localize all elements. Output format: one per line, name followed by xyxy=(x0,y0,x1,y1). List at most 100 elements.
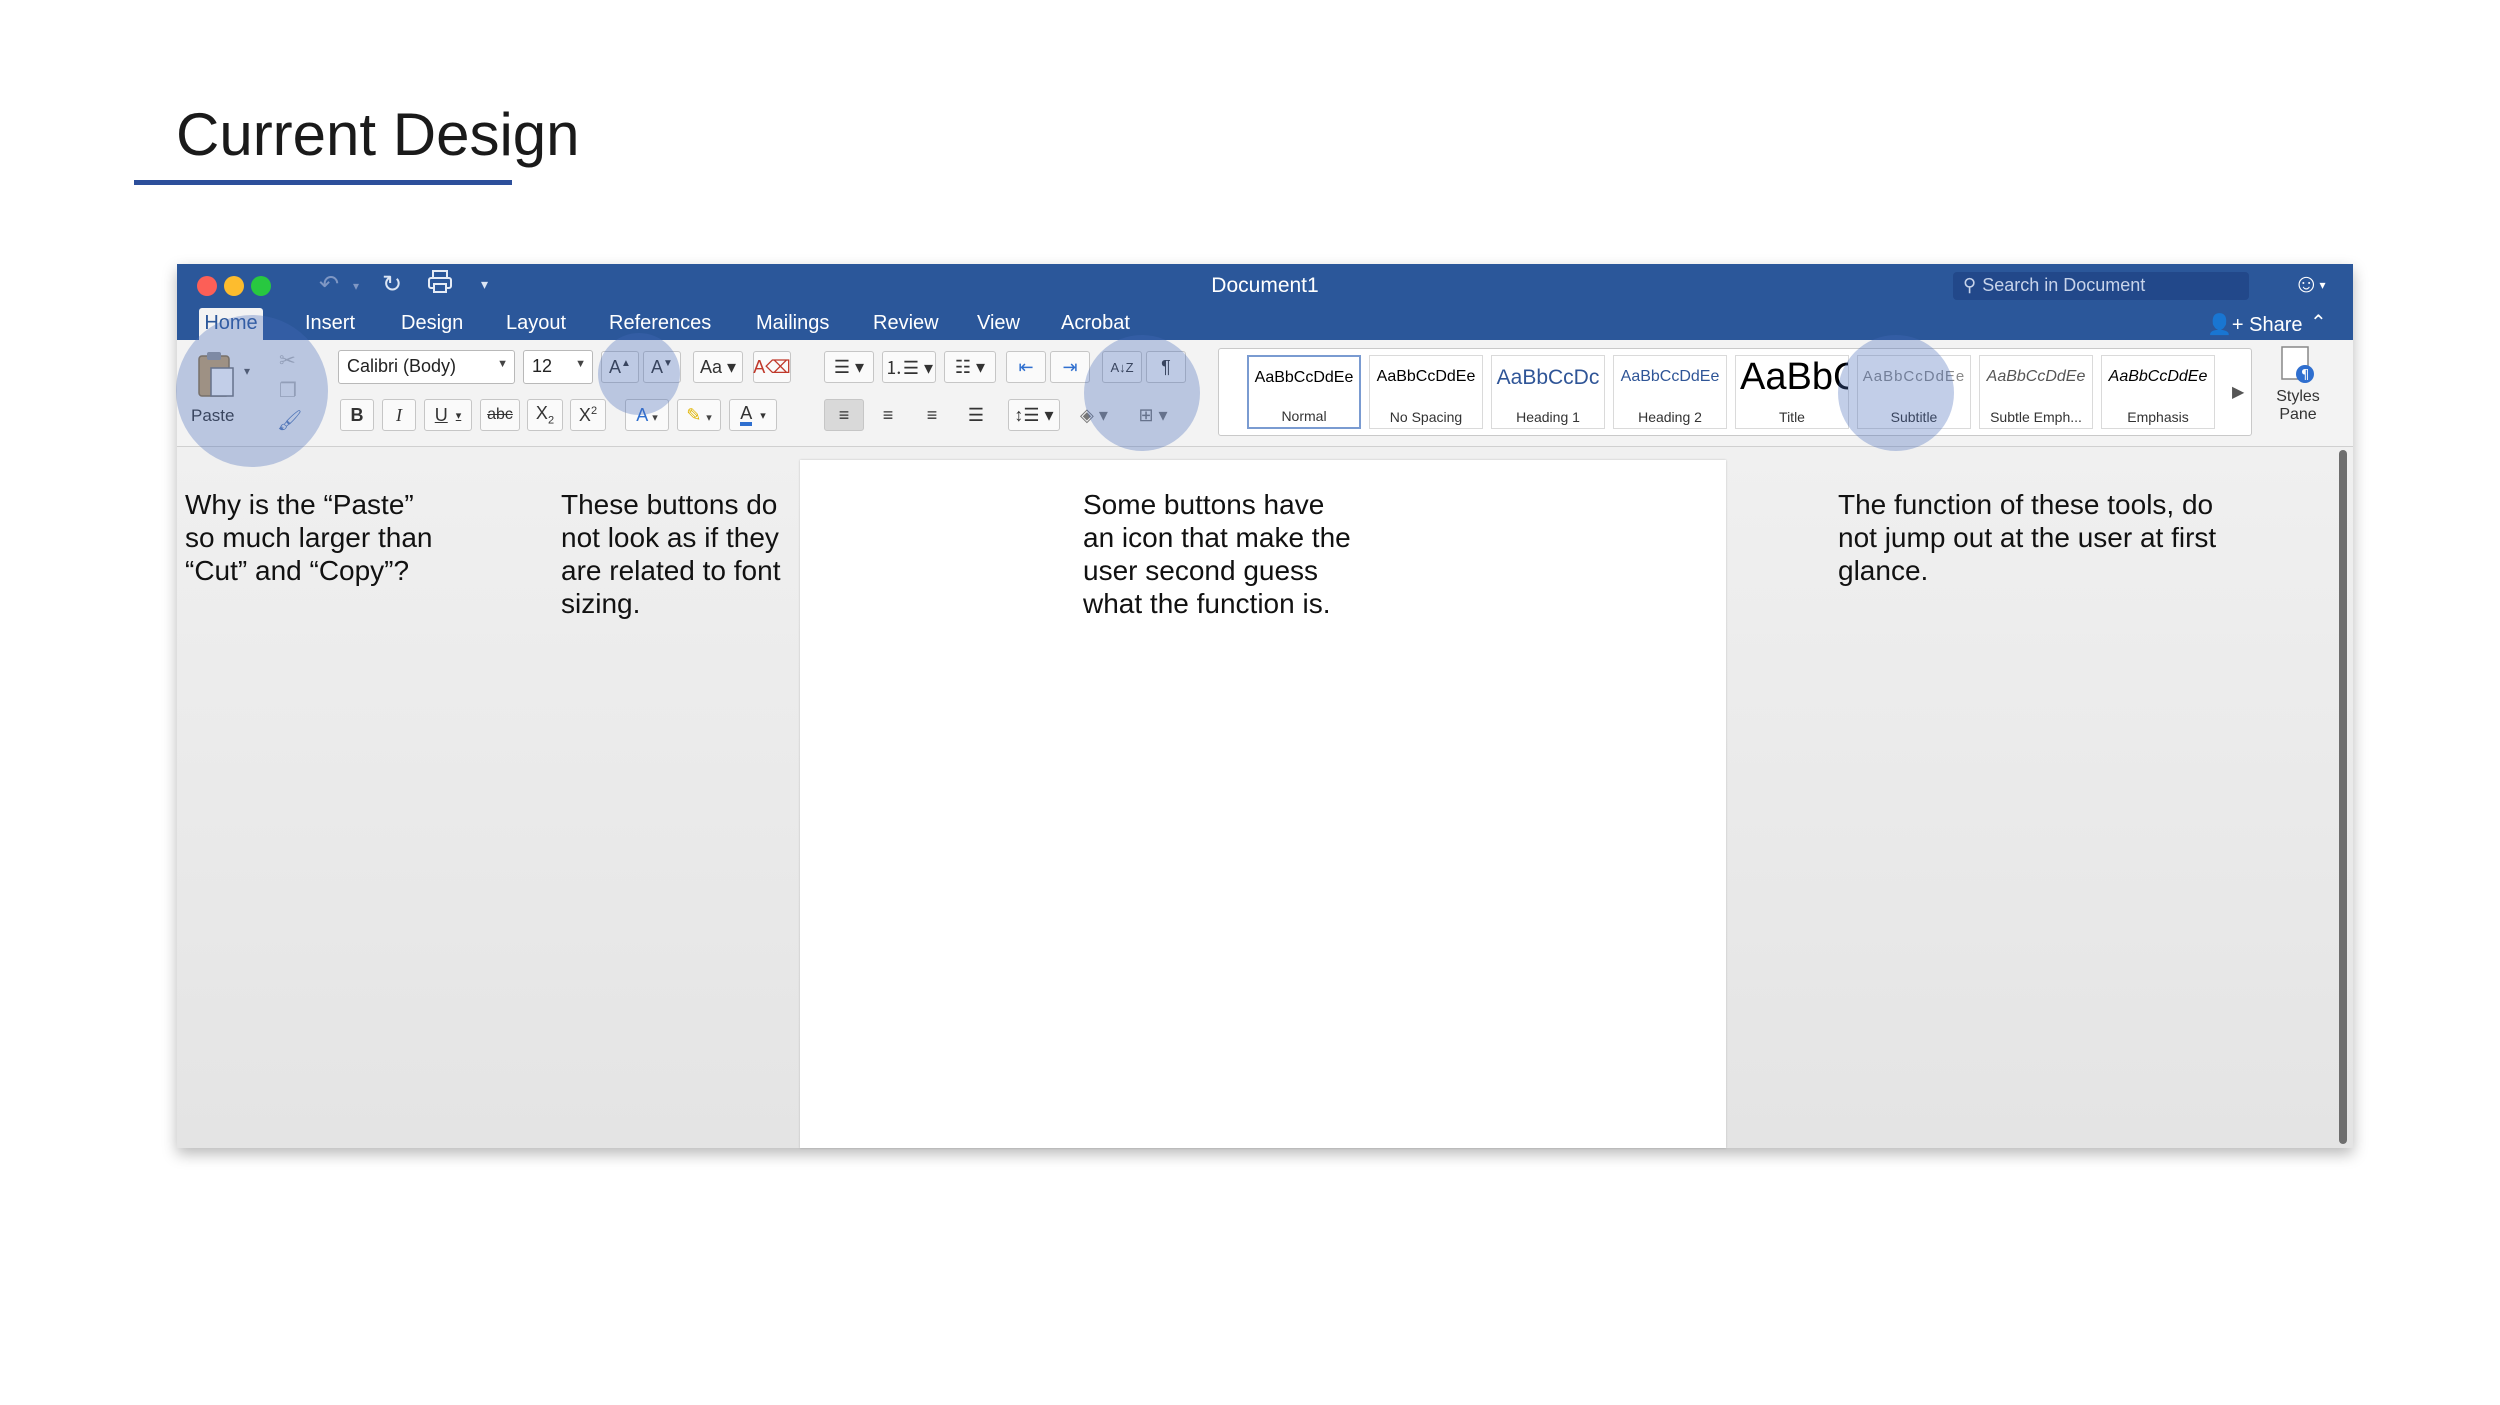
annotation-icons: Some buttons have an icon that make the … xyxy=(1083,489,1351,619)
line-spacing-icon: ↕☰ ▾ xyxy=(1014,404,1054,425)
tab-design[interactable]: Design xyxy=(401,308,463,340)
style-normal[interactable]: AaBbCcDdEe Normal xyxy=(1247,355,1361,429)
superscript-icon: X2 xyxy=(578,404,598,425)
bold-icon: B xyxy=(350,404,364,425)
style-emphasis[interactable]: AaBbCcDdEe Emphasis xyxy=(2101,355,2215,429)
share-button[interactable]: 👤+ Share xyxy=(2207,312,2303,337)
align-center-button[interactable]: ≡ xyxy=(868,399,908,431)
style-preview: AaBbCcDdEe xyxy=(1620,368,1720,385)
gallery-more-arrow-icon[interactable]: ▶ xyxy=(2232,382,2244,402)
bold-button[interactable]: B xyxy=(340,399,374,431)
clear-formatting-button[interactable]: A⌫ xyxy=(753,351,791,383)
style-preview: AaBbCcDc xyxy=(1496,366,1600,389)
italic-icon: I xyxy=(396,404,402,425)
style-name: Heading 1 xyxy=(1516,409,1580,425)
add-person-icon: 👤+ xyxy=(2207,314,2244,336)
increase-indent-button[interactable]: ⇥ xyxy=(1050,351,1090,383)
align-left-button[interactable]: ≡ xyxy=(824,399,864,431)
share-label: Share xyxy=(2249,314,2303,336)
tab-acrobat[interactable]: Acrobat xyxy=(1061,308,1130,340)
numbered-list-icon: ⒈☰ ▾ xyxy=(884,358,934,378)
search-icon: ⚲ xyxy=(1963,275,1977,295)
highlight-paragraph-icons xyxy=(1084,335,1200,451)
change-case-button[interactable]: Aa ▾ xyxy=(693,351,743,383)
style-no-spacing[interactable]: AaBbCcDdEe No Spacing xyxy=(1369,355,1483,429)
subscript-button[interactable]: X2 xyxy=(527,399,563,431)
bullets-button[interactable]: ☰ ▾ xyxy=(824,351,874,383)
ribbon-tabs: Home Insert Design Layout References Mai… xyxy=(177,308,2353,340)
ribbon-home: Paste ▾ ✂ ❐ 🖌 Calibri (Body) ▼ 12 ▼ A▲ A… xyxy=(177,340,2353,447)
align-left-icon: ≡ xyxy=(838,404,850,425)
style-preview: AaBbCcDdEe xyxy=(1254,369,1354,386)
subscript-icon: X2 xyxy=(535,403,555,427)
multilevel-list-button[interactable]: ☷ ▾ xyxy=(944,351,996,383)
style-preview: AaBbCcDdEe xyxy=(1986,368,2086,385)
eraser-icon: A⌫ xyxy=(753,356,791,377)
align-center-icon: ≡ xyxy=(882,404,894,425)
highlight-font-size-buttons xyxy=(598,333,680,415)
tab-insert[interactable]: Insert xyxy=(305,308,355,340)
chevron-down-icon: ▼ xyxy=(575,358,586,370)
tab-mailings[interactable]: Mailings xyxy=(756,308,829,340)
font-name-value: Calibri (Body) xyxy=(347,356,457,376)
highlighter-icon: ✎ ▾ xyxy=(686,404,712,425)
change-case-icon: Aa ▾ xyxy=(699,356,737,377)
feedback-smiley-icon[interactable]: ☺▾ xyxy=(2293,268,2326,299)
style-preview: AaBbC xyxy=(1740,356,1849,398)
highlight-color-button[interactable]: ✎ ▾ xyxy=(677,399,721,431)
styles-gallery: AaBbCcDdEe Normal AaBbCcDdEe No Spacing … xyxy=(1218,348,2252,436)
vertical-scrollbar[interactable] xyxy=(2339,450,2347,1144)
style-heading-2[interactable]: AaBbCcDdEe Heading 2 xyxy=(1613,355,1727,429)
strikethrough-button[interactable]: abc xyxy=(480,399,520,431)
tab-view[interactable]: View xyxy=(977,308,1020,340)
font-name-select[interactable]: Calibri (Body) ▼ xyxy=(338,350,515,384)
tab-layout[interactable]: Layout xyxy=(506,308,566,340)
font-color-button[interactable]: A ▾ xyxy=(729,399,777,431)
style-title[interactable]: AaBbC Title xyxy=(1735,355,1849,429)
styles-pane-label: Styles Pane xyxy=(2276,388,2320,423)
italic-button[interactable]: I xyxy=(382,399,416,431)
title-bar: ↶ ▾ ↻ ▾ Document1 ⚲ Search in Document ☺▾… xyxy=(177,264,2353,340)
chevron-down-icon: ▼ xyxy=(497,358,508,370)
search-input[interactable]: ⚲ Search in Document xyxy=(1953,272,2249,300)
superscript-button[interactable]: X2 xyxy=(570,399,606,431)
style-name: Title xyxy=(1779,409,1805,425)
annotation-font-size: These buttons do not look as if they are… xyxy=(561,489,781,619)
justify-icon: ☰ xyxy=(967,404,985,425)
styles-pane-button[interactable]: ¶ Styles Pane xyxy=(2263,346,2333,424)
bulleted-list-icon: ☰ ▾ xyxy=(833,356,865,377)
highlight-styles xyxy=(1838,335,1954,451)
search-placeholder: Search in Document xyxy=(1982,275,2146,295)
increase-indent-icon: ⇥ xyxy=(1062,356,1078,377)
svg-text:¶: ¶ xyxy=(2301,368,2309,383)
strikethrough-icon: abc xyxy=(487,406,513,423)
align-right-button[interactable]: ≡ xyxy=(912,399,952,431)
line-spacing-button[interactable]: ↕☰ ▾ xyxy=(1008,399,1060,431)
decrease-indent-button[interactable]: ⇤ xyxy=(1006,351,1046,383)
style-name: No Spacing xyxy=(1389,409,1463,425)
underline-button[interactable]: U ▾ xyxy=(424,399,472,431)
style-preview: AaBbCcDdEe xyxy=(1376,368,1476,385)
collapse-ribbon-icon[interactable]: ⌃ xyxy=(2310,310,2327,335)
styles-pane-icon: ¶ xyxy=(2281,346,2315,384)
style-name: Normal xyxy=(1281,408,1327,424)
font-size-select[interactable]: 12 ▼ xyxy=(523,350,593,384)
annotation-styles: The function of these tools, do not jump… xyxy=(1838,489,2217,586)
tab-review[interactable]: Review xyxy=(873,308,939,340)
underline-icon: U xyxy=(434,404,448,425)
slide-title: Current Design xyxy=(176,101,580,168)
style-name: Emphasis xyxy=(2127,409,2189,425)
highlight-paste xyxy=(176,315,328,467)
style-name: Subtle Emph... xyxy=(1990,409,2082,425)
decrease-indent-icon: ⇤ xyxy=(1018,356,1034,377)
annotation-paste: Why is the “Paste” so much larger than “… xyxy=(185,489,433,586)
numbering-button[interactable]: ⒈☰ ▾ xyxy=(882,351,936,383)
font-size-value: 12 xyxy=(532,356,553,376)
style-heading-1[interactable]: AaBbCcDc Heading 1 xyxy=(1491,355,1605,429)
align-right-icon: ≡ xyxy=(926,404,938,425)
style-subtle-emphasis[interactable]: AaBbCcDdEe Subtle Emph... xyxy=(1979,355,2093,429)
font-color-icon: A xyxy=(740,404,753,426)
justify-button[interactable]: ☰ xyxy=(956,399,996,431)
style-preview: AaBbCcDdEe xyxy=(2108,368,2208,385)
style-name: Heading 2 xyxy=(1638,409,1702,425)
